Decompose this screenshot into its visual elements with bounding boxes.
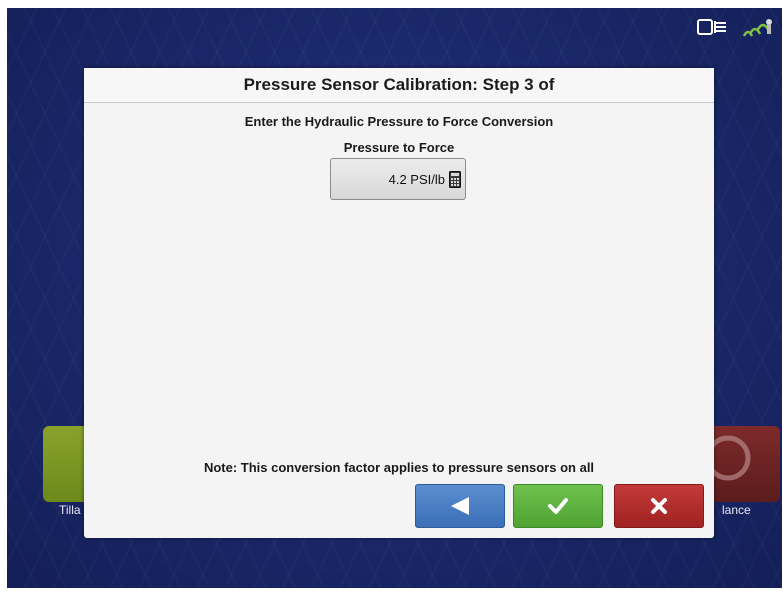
status-icons xyxy=(696,16,776,40)
back-button[interactable] xyxy=(415,484,505,528)
guidance-app-tile[interactable] xyxy=(704,426,780,502)
accept-button[interactable] xyxy=(513,484,603,528)
cancel-button[interactable] xyxy=(614,484,704,528)
pressure-to-force-value: 4.2 PSI/lb xyxy=(388,171,445,187)
left-triangle-icon xyxy=(451,497,469,515)
dialog-title: Pressure Sensor Calibration: Step 3 of xyxy=(243,75,555,94)
guidance-app-label: lance xyxy=(722,503,751,517)
gps-signal-icon[interactable] xyxy=(740,16,776,40)
pressure-to-force-input[interactable]: 4.2 PSI/lb xyxy=(330,158,466,200)
tillage-app-label: Tilla xyxy=(59,503,81,517)
calibration-dialog: Pressure Sensor Calibration: Step 3 of E… xyxy=(84,68,714,538)
x-icon xyxy=(651,498,667,514)
steering-wheel-icon xyxy=(705,435,751,481)
conversion-note: Note: This conversion factor applies to … xyxy=(203,460,595,475)
checkmark-icon xyxy=(548,498,568,514)
dialog-header: Pressure Sensor Calibration: Step 3 of xyxy=(84,68,714,103)
display-settings-icon[interactable] xyxy=(696,17,732,39)
calculator-icon xyxy=(449,170,461,188)
pressure-to-force-label: Pressure to Force xyxy=(343,140,455,155)
instruction-text: Enter the Hydraulic Pressure to Force Co… xyxy=(244,114,554,129)
